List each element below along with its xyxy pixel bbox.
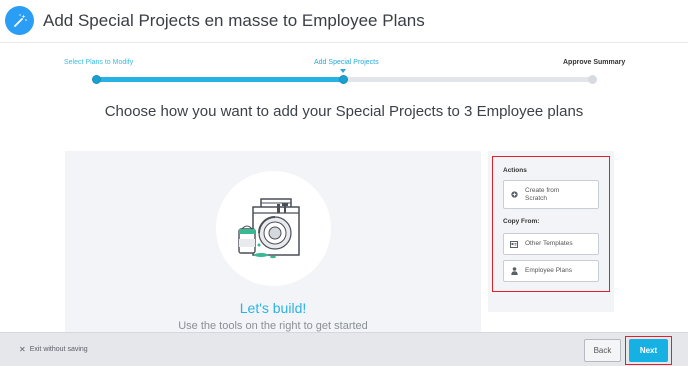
step-dot-select-plans bbox=[92, 75, 101, 84]
templates-icon bbox=[510, 240, 518, 248]
actions-title: Actions bbox=[503, 167, 527, 174]
employee-plans-label: Employee Plans bbox=[525, 267, 572, 274]
current-step-indicator bbox=[340, 69, 346, 73]
instruction-heading: Choose how you want to add your Special … bbox=[104, 103, 584, 120]
build-canvas: Let's build! Use the tools on the right … bbox=[65, 151, 481, 332]
person-icon bbox=[510, 267, 518, 275]
toolbox-paint-illustration bbox=[238, 198, 300, 259]
step-dot-approve-summary bbox=[588, 75, 597, 84]
step-dot-add-special-projects bbox=[339, 75, 348, 84]
step-approve-summary: Approve Summary bbox=[563, 59, 626, 66]
empty-state-hint: Use the tools on the right to get starte… bbox=[178, 320, 368, 332]
step-select-plans[interactable]: Select Plans to Modify bbox=[64, 59, 133, 66]
exit-label: Exit without saving bbox=[29, 346, 88, 353]
back-button[interactable]: Back bbox=[584, 339, 621, 362]
create-from-scratch-label: Create from Scratch bbox=[525, 186, 560, 202]
next-button[interactable]: Next bbox=[629, 339, 668, 362]
step-add-special-projects: Add Special Projects bbox=[314, 59, 379, 66]
stepper-progress bbox=[96, 77, 344, 82]
wizard-footer: ✕ Exit without saving Back Next bbox=[0, 332, 688, 366]
close-icon: ✕ bbox=[19, 345, 26, 354]
page-title: Add Special Projects en masse to Employe… bbox=[43, 11, 425, 30]
exit-without-saving-link[interactable]: ✕ Exit without saving bbox=[19, 345, 88, 354]
other-templates-button[interactable]: Other Templates bbox=[503, 233, 599, 255]
plus-circle-icon bbox=[510, 191, 518, 198]
empty-state-heading: Let's build! bbox=[239, 300, 307, 316]
page-header: Add Special Projects en masse to Employe… bbox=[0, 0, 688, 43]
copy-from-title: Copy From: bbox=[503, 218, 540, 225]
create-from-scratch-button[interactable]: Create from Scratch bbox=[503, 180, 599, 209]
magic-wand-icon bbox=[5, 6, 34, 35]
employee-plans-button[interactable]: Employee Plans bbox=[503, 260, 599, 282]
wizard-stepper: Select Plans to Modify Add Special Proje… bbox=[0, 55, 688, 85]
other-templates-label: Other Templates bbox=[525, 240, 573, 247]
